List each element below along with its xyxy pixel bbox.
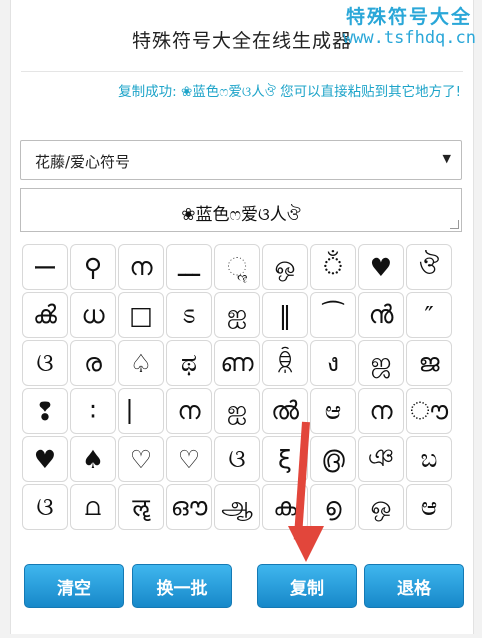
copy-button[interactable]: 复制 xyxy=(257,564,357,608)
symbol-cell[interactable]: ‖ xyxy=(262,292,308,338)
symbol-cell[interactable]: ૣ xyxy=(214,244,260,290)
symbol-cell[interactable]: ❢ xyxy=(22,388,68,434)
symbol-cell[interactable]: ಽ xyxy=(166,292,212,338)
symbol-cell[interactable]: ഔ xyxy=(166,484,212,530)
symbol-cell[interactable]: ണ xyxy=(214,340,260,386)
symbol-cell[interactable]: ー xyxy=(22,244,68,290)
symbol-cell[interactable]: ♡ xyxy=(118,436,164,482)
symbol-cell[interactable]: ന xyxy=(358,388,404,434)
category-select[interactable]: 花藤/爱心符号 ▼ xyxy=(20,140,462,180)
preview-text: ❀蓝色ෆ爱ଓ人ঔ xyxy=(181,205,301,225)
symbol-cell[interactable]: ൗ xyxy=(406,388,452,434)
symbol-cell[interactable]: ⚲ xyxy=(70,244,116,290)
symbol-cell[interactable]: ง xyxy=(310,340,356,386)
symbol-grid: ー ⚲ ന ـــૣ ஒঁ ♥ ঔ ൿ ധ □ ಽ ஐ ‖ ⁀ ൻ ″ ଓ ര ♤ ಥ ണ ꌊ ง ஜ ജ ❢ ∶ ⎸ ന ஐ ൽ ಆ നൗ ♥ ♠… xyxy=(22,244,462,530)
dropdown-arrow-icon: ▼ xyxy=(442,152,451,165)
action-button-bar: 清空 换一批 复制 退格 xyxy=(24,564,464,610)
symbol-cell[interactable]: ″ xyxy=(406,292,452,338)
symbol-cell[interactable]: ـــ xyxy=(166,244,212,290)
symbol-cell[interactable]: ঁ xyxy=(310,244,356,290)
symbol-cell[interactable]: ♤ xyxy=(118,340,164,386)
symbol-cell[interactable]: ൫ xyxy=(310,436,356,482)
symbol-cell[interactable]: ൿ xyxy=(22,292,68,338)
symbol-cell[interactable]: □ xyxy=(118,292,164,338)
symbol-cell[interactable]: ധ xyxy=(70,292,116,338)
title-divider xyxy=(21,71,463,72)
symbol-cell[interactable]: ⁀ xyxy=(310,292,356,338)
symbol-cell[interactable]: ଓ xyxy=(214,436,260,482)
category-select-value: 花藤/爱心符号 xyxy=(35,153,131,171)
backspace-button[interactable]: 退格 xyxy=(364,564,464,608)
symbol-cell[interactable]: ಆ xyxy=(310,388,356,434)
symbol-cell[interactable]: ॡ xyxy=(118,484,164,530)
symbol-cell[interactable]: ♡ xyxy=(166,436,212,482)
symbol-cell[interactable]: ♥ xyxy=(22,436,68,482)
symbol-cell[interactable]: ⎸ xyxy=(118,388,164,434)
symbol-cell[interactable]: ଓ xyxy=(22,484,68,530)
swap-batch-button[interactable]: 换一批 xyxy=(132,564,232,608)
symbol-cell[interactable]: ൭ xyxy=(310,484,356,530)
symbol-cell[interactable]: ஐ xyxy=(214,388,260,434)
symbol-cell[interactable]: ♥ xyxy=(358,244,404,290)
watermark-name: 特殊符号大全 xyxy=(345,6,472,28)
symbol-cell[interactable]: ঞ xyxy=(358,436,404,482)
symbol-cell[interactable]: ஒ xyxy=(358,484,404,530)
resize-handle-icon[interactable] xyxy=(450,220,459,229)
watermark-url: www.tsfhdq.cn xyxy=(342,28,476,48)
symbol-cell[interactable]: ଓ xyxy=(22,340,68,386)
symbol-cell[interactable]: ಥ xyxy=(166,340,212,386)
symbol-cell[interactable]: ♠ xyxy=(70,436,116,482)
symbol-cell[interactable]: ന xyxy=(118,244,164,290)
clear-button[interactable]: 清空 xyxy=(24,564,124,608)
symbol-cell[interactable]: ⩍ xyxy=(70,484,116,530)
symbol-cell[interactable]: ∶ xyxy=(70,388,116,434)
symbol-cell[interactable]: ঔ xyxy=(406,244,452,290)
symbol-cell[interactable]: ಆ xyxy=(406,484,452,530)
symbol-cell[interactable]: ന xyxy=(166,388,212,434)
symbol-cell[interactable]: ꌊ xyxy=(262,340,308,386)
symbol-cell[interactable]: ஒ xyxy=(262,244,308,290)
symbol-cell[interactable]: ஜ xyxy=(358,340,404,386)
symbol-cell[interactable]: ര xyxy=(70,340,116,386)
copy-status-message: 复制成功: ❀蓝色ෆ爱ଓ人ঔ 您可以直接粘贴到其它地方了! xyxy=(118,84,461,100)
symbol-cell[interactable]: ஆ xyxy=(214,484,260,530)
annotation-arrow-head-icon xyxy=(288,526,324,562)
symbol-cell[interactable]: ஐ xyxy=(214,292,260,338)
symbol-preview-textarea[interactable]: ❀蓝色ෆ爱ଓ人ঔ xyxy=(20,188,462,232)
symbol-cell[interactable]: ൻ xyxy=(358,292,404,338)
symbol-cell[interactable]: ಬ xyxy=(406,436,452,482)
symbol-cell[interactable]: ജ xyxy=(406,340,452,386)
